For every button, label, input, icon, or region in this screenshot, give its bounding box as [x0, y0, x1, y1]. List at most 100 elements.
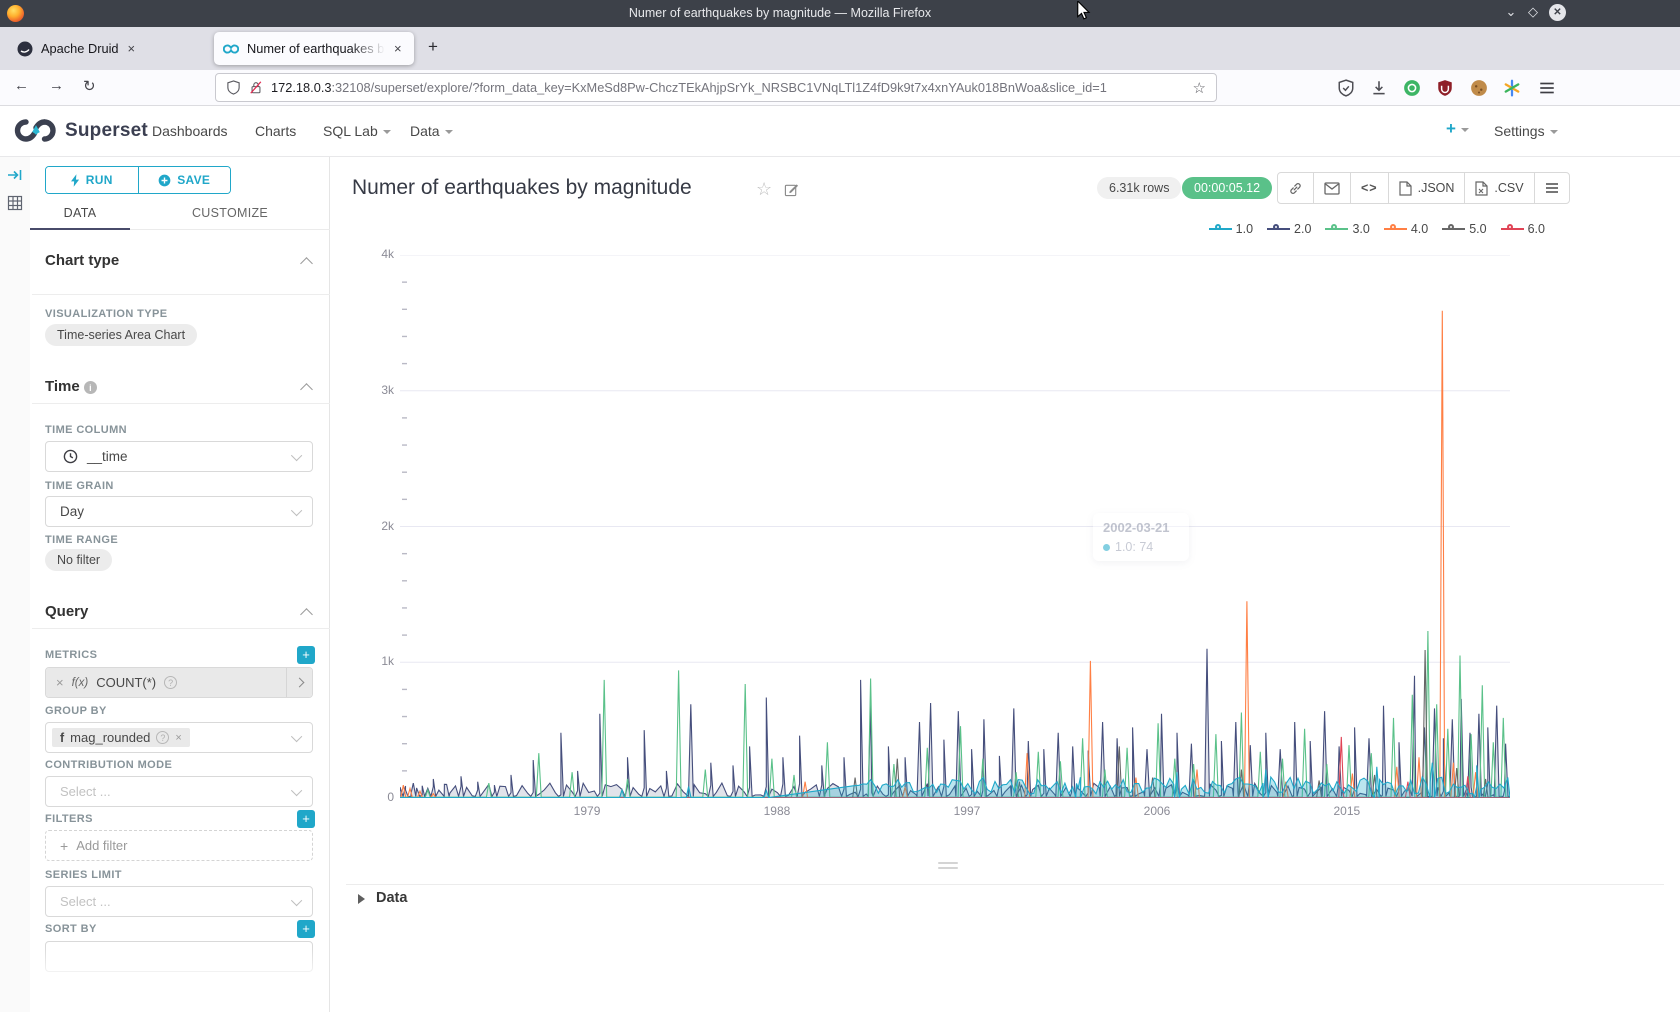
viz-type-pill[interactable]: Time-series Area Chart	[45, 324, 197, 346]
timeseries-area-chart[interactable]	[400, 255, 1510, 798]
window-title: Numer of earthquakes by magnitude — Mozi…	[0, 6, 1560, 20]
tab-customize[interactable]: CUSTOMIZE	[130, 199, 330, 230]
expand-data-caret-icon[interactable]	[358, 894, 365, 904]
add-filter-box[interactable]: + Add filter	[45, 830, 313, 861]
new-item-button[interactable]: +	[1446, 119, 1469, 139]
new-tab-button[interactable]: +	[428, 37, 438, 57]
bookmark-star-icon[interactable]: ☆	[1193, 79, 1206, 97]
brand-text: Superset	[65, 120, 148, 142]
protections-shield-icon[interactable]	[1337, 79, 1355, 97]
ublock-shield-icon[interactable]	[1436, 79, 1454, 97]
browser-tab-superset-chart[interactable]: Numer of earthquakes by ×	[214, 32, 414, 65]
info-icon: i	[84, 381, 97, 394]
legend-item[interactable]: 3.0	[1325, 222, 1369, 236]
legend-item[interactable]: 5.0	[1442, 222, 1486, 236]
tracking-shield-icon[interactable]	[226, 80, 241, 95]
help-icon: ?	[164, 676, 177, 689]
extension-asterisk-icon[interactable]	[1503, 79, 1521, 97]
legend-item[interactable]: 6.0	[1501, 222, 1545, 236]
nav-dashboards[interactable]: Dashboards	[152, 123, 228, 139]
forward-button[interactable]: →	[49, 77, 64, 94]
time-range-pill[interactable]: No filter	[45, 549, 112, 571]
time-column-select[interactable]: __time	[45, 441, 313, 472]
superset-logo[interactable]: Superset	[14, 118, 148, 143]
series-limit-select[interactable]: Select ...	[45, 886, 313, 917]
time-grain-label: TIME GRAIN	[45, 480, 114, 492]
chevron-up-icon[interactable]	[300, 608, 313, 621]
favorite-star-icon[interactable]: ☆	[756, 179, 772, 200]
legend-label: 2.0	[1294, 222, 1311, 236]
groupby-select[interactable]: f mag_rounded ? ×	[45, 722, 313, 753]
nav-settings[interactable]: Settings	[1494, 123, 1558, 139]
panel-bottom-fade	[31, 948, 329, 1012]
extension-green-icon[interactable]	[1403, 79, 1421, 97]
chevron-down-icon	[291, 730, 302, 741]
browser-tab-apache-druid[interactable]: Apache Druid ×	[8, 32, 206, 65]
groupby-chip[interactable]: f mag_rounded ? ×	[52, 728, 190, 747]
contribution-select[interactable]: Select ...	[45, 776, 313, 807]
chart-actions-group: <> .JSON .CSV	[1277, 172, 1570, 204]
nav-charts[interactable]: Charts	[255, 123, 296, 139]
timer-badge: 00:00:05.12	[1182, 177, 1272, 199]
metric-item[interactable]: × f(x) COUNT(*) ?	[45, 667, 313, 698]
chart-menu-button[interactable]	[1535, 173, 1569, 203]
url-host: 172.18.0.3	[271, 80, 332, 95]
fx-icon: f(x)	[72, 677, 89, 689]
window-maximize-button[interactable]: ◇	[1524, 4, 1542, 20]
hamburger-icon	[1545, 182, 1559, 194]
chevron-down-icon	[291, 449, 302, 460]
export-csv-button[interactable]: .CSV	[1465, 173, 1534, 203]
series-limit-label: SERIES LIMIT	[45, 869, 122, 881]
metric-expand-caret[interactable]	[286, 668, 312, 697]
save-button[interactable]: SAVE	[138, 167, 231, 193]
tab-close-icon[interactable]: ×	[128, 41, 136, 56]
plus-icon: +	[60, 838, 68, 854]
downloads-icon[interactable]	[1370, 79, 1388, 97]
legend-item[interactable]: 1.0	[1209, 222, 1253, 236]
x-tick-label: 2015	[1325, 804, 1369, 818]
reload-button[interactable]: ↻	[83, 77, 96, 95]
edit-title-icon[interactable]	[784, 182, 799, 197]
pane-resize-handle[interactable]	[938, 862, 958, 872]
remove-metric-icon[interactable]: ×	[56, 675, 64, 690]
url-text[interactable]: 172.18.0.3:32108/superset/explore/?form_…	[271, 80, 1193, 95]
data-pane-title[interactable]: Data	[376, 890, 407, 906]
cookie-icon[interactable]	[1470, 79, 1488, 97]
url-bar[interactable]: 172.18.0.3:32108/superset/explore/?form_…	[215, 73, 1217, 102]
window-minimize-button[interactable]: ⌄	[1502, 4, 1520, 20]
chevron-down-icon	[291, 504, 302, 515]
legend-item[interactable]: 2.0	[1267, 222, 1311, 236]
dataset-grid-icon[interactable]	[7, 195, 23, 211]
run-button[interactable]: RUN	[46, 167, 138, 193]
add-metric-button[interactable]: +	[297, 646, 315, 664]
time-grain-select[interactable]: Day	[45, 496, 313, 527]
remove-tag-icon[interactable]: ×	[175, 732, 181, 744]
tab-data[interactable]: DATA	[30, 199, 130, 230]
screen: Numer of earthquakes by magnitude — Mozi…	[0, 0, 1680, 1012]
email-button[interactable]	[1314, 173, 1351, 203]
add-filter-plus-button[interactable]: +	[297, 810, 315, 828]
chevron-up-icon[interactable]	[300, 257, 313, 270]
series-dot-icon	[1103, 544, 1110, 551]
export-json-button[interactable]: .JSON	[1389, 173, 1466, 203]
column-type-icon: f	[60, 731, 64, 745]
nav-sql-lab-label: SQL Lab	[323, 123, 378, 139]
nav-data[interactable]: Data	[410, 123, 453, 139]
legend-item[interactable]: 4.0	[1384, 222, 1428, 236]
menu-hamburger-icon[interactable]	[1538, 79, 1556, 97]
embed-code-button[interactable]: <>	[1351, 173, 1389, 203]
tab-close-icon[interactable]: ×	[394, 41, 402, 56]
add-sort-by-button[interactable]: +	[297, 920, 315, 938]
window-close-button[interactable]: ✕	[1549, 4, 1566, 21]
y-tick-label: 0	[352, 790, 394, 804]
copy-link-button[interactable]	[1278, 173, 1314, 203]
back-button[interactable]: ←	[14, 77, 29, 94]
nav-sql-lab[interactable]: SQL Lab	[323, 123, 391, 139]
expand-panel-icon[interactable]	[7, 168, 23, 182]
metric-chip[interactable]: × f(x) COUNT(*) ?	[46, 668, 286, 697]
insecure-lock-icon[interactable]	[249, 80, 263, 95]
legend-label: 6.0	[1528, 222, 1545, 236]
chevron-up-icon[interactable]	[300, 383, 313, 396]
add-filter-label: Add filter	[76, 838, 127, 853]
tooltip-date: 2002-03-21	[1103, 520, 1179, 535]
